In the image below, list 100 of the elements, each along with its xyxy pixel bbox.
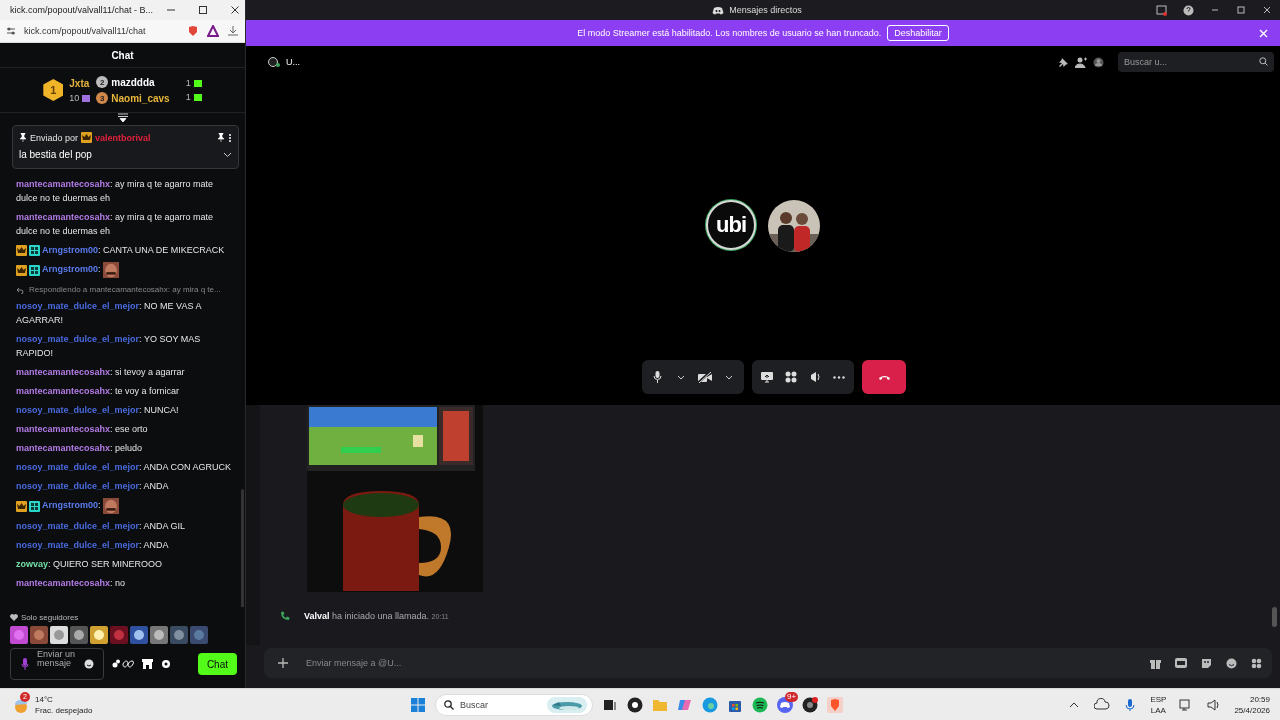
gift-icon xyxy=(82,93,91,102)
rank-badge: 1 xyxy=(43,79,64,101)
pin-icon xyxy=(19,133,27,142)
chat-message: mantecamantecosahx: peludo xyxy=(16,443,143,453)
weather-temperature: 14°C xyxy=(35,694,54,704)
download-icon[interactable] xyxy=(227,25,239,37)
pinned-label: Enviado por xyxy=(30,132,79,143)
pin-icon[interactable] xyxy=(1058,56,1069,68)
gift-icon xyxy=(193,79,202,87)
chat-message: nosoy_mate_dulce_el_mejor: YO SOY MAS RAPIDO! xyxy=(16,334,201,358)
plus-icon[interactable] xyxy=(278,658,288,668)
og-badge-icon xyxy=(29,500,40,512)
microphone-icon[interactable] xyxy=(21,658,29,670)
emote-icon[interactable] xyxy=(30,626,48,644)
chat-message: mantecamantecosahx: te voy a fornicar xyxy=(16,386,180,396)
chat-message: nosoy_mate_dulce_el_mejor: ANDA xyxy=(16,481,169,491)
profile-icon[interactable] xyxy=(1093,56,1104,68)
message-field[interactable]: Enviar un mensaje xyxy=(10,648,104,680)
settings-sliders-icon[interactable] xyxy=(6,26,16,36)
participant-avatar: ubi xyxy=(706,200,756,250)
gift-count: 1 xyxy=(185,92,191,102)
pinned-message: la bestia del pop xyxy=(19,149,92,160)
dm-user-name: U... xyxy=(286,57,300,67)
reply-preview: Respondiendo a mantecamantecosahx: ay mira q te... xyxy=(29,284,221,296)
clock-date[interactable]: 25/4/2026 xyxy=(1234,705,1270,715)
leader-name: mazddda xyxy=(111,76,155,88)
more-icon[interactable] xyxy=(228,132,232,143)
notification-badge: 9+ xyxy=(785,691,799,702)
search-icon xyxy=(1259,57,1268,66)
apps-icon[interactable] xyxy=(1251,657,1262,669)
emoji-icon[interactable] xyxy=(84,659,94,669)
close-icon[interactable] xyxy=(229,5,240,15)
help-icon[interactable] xyxy=(1183,4,1194,16)
og-badge-icon xyxy=(29,245,40,257)
emote-icon[interactable] xyxy=(110,626,128,644)
chat-message: mantecamantecosahx: no xyxy=(16,578,126,588)
emote-icon[interactable] xyxy=(90,626,108,644)
emote-icon[interactable] xyxy=(70,626,88,644)
chat-message: nosoy_mate_dulce_el_mejor: ANDA GIL xyxy=(16,521,186,531)
scroll-down-icon[interactable] xyxy=(117,113,128,122)
gift-icon xyxy=(193,93,202,101)
chat-message: nosoy_mate_dulce_el_mejor: ANDA xyxy=(16,540,169,550)
chevron-down-icon[interactable] xyxy=(223,151,232,158)
leader-name: Naomi_cavs xyxy=(111,92,170,104)
scrollbar-thumb[interactable] xyxy=(1272,607,1277,627)
camera-off-icon xyxy=(698,371,712,383)
chat-message: mantecamantecosahx: si tevoy a agarrar xyxy=(16,367,185,377)
keyboard-layout[interactable]: LAA xyxy=(1150,705,1166,715)
triangle-icon[interactable] xyxy=(207,25,219,37)
pinned-user[interactable]: valentborival xyxy=(95,132,151,143)
crown-icon xyxy=(16,245,27,257)
leader-name: Jxta xyxy=(69,77,91,89)
clock-time[interactable]: 20:59 xyxy=(1249,694,1270,704)
gift-icon[interactable] xyxy=(1150,657,1161,669)
hang-up-button[interactable] xyxy=(862,360,906,394)
user-avatar-icon xyxy=(268,57,280,67)
chat-message: mantecamantecosahx: ay mira q te agarro mate dulce no te duermas eh xyxy=(16,179,214,203)
pin-icon[interactable] xyxy=(217,133,225,142)
microphone-icon xyxy=(652,371,662,383)
emote-icon[interactable] xyxy=(130,626,148,644)
heart-icon xyxy=(10,614,18,621)
phone-icon xyxy=(280,611,290,621)
maximize-icon[interactable] xyxy=(1236,5,1246,15)
hang-up-icon xyxy=(878,374,890,380)
screen-share-icon xyxy=(761,371,773,383)
maximize-icon[interactable] xyxy=(197,5,208,15)
emoji-icon[interactable] xyxy=(1226,657,1237,669)
emote-icon[interactable] xyxy=(170,626,188,644)
rank-badge: 2 xyxy=(96,76,109,88)
chat-message: mantecamantecosahx: ese orto xyxy=(16,424,148,434)
chat-message: nosoy_mate_dulce_el_mejor: NO ME VAS A AGARRAR! xyxy=(16,301,201,325)
music-app-icon[interactable] xyxy=(752,696,768,713)
sticker-icon[interactable] xyxy=(1201,657,1212,669)
chat-message: zowvay: QUIERO SER MINEROOO xyxy=(16,559,163,569)
settings-icon[interactable] xyxy=(161,659,171,669)
chat-message: Arngstrom00: xyxy=(42,264,101,275)
message-field[interactable]: Enviar mensaje a @U... xyxy=(264,648,1272,678)
crown-icon xyxy=(16,264,27,276)
chat-send-button[interactable]: Chat xyxy=(197,653,237,675)
emote-icon[interactable] xyxy=(150,626,168,644)
caret-icon xyxy=(725,374,733,380)
chat-message: Arngstrom00: xyxy=(42,500,101,511)
soundboard-icon xyxy=(809,371,821,383)
close-icon[interactable] xyxy=(1262,5,1272,15)
add-friend-icon[interactable] xyxy=(1075,56,1087,68)
inbox-icon[interactable] xyxy=(1156,4,1167,16)
input-language[interactable]: ESP xyxy=(1150,694,1167,704)
chat-message: nosoy_mate_dulce_el_mejor: NUNCA! xyxy=(16,405,179,415)
chat-mode-label: Solo seguidores xyxy=(21,613,79,622)
activities-icon xyxy=(785,371,797,383)
start-icon[interactable] xyxy=(410,696,426,713)
gift-count: 1 xyxy=(185,78,191,88)
emote-icon xyxy=(102,498,119,514)
disable-button[interactable]: Deshabilitar xyxy=(887,25,949,41)
search-field[interactable]: Buscar u... xyxy=(1118,52,1274,72)
cloud-icon[interactable] xyxy=(1094,696,1111,713)
search-icon xyxy=(444,699,454,710)
chat-message: nosoy_mate_dulce_el_mejor: ANDA CON AGRUCK xyxy=(16,462,232,472)
crown-icon xyxy=(81,132,93,143)
store-icon[interactable] xyxy=(142,659,153,669)
